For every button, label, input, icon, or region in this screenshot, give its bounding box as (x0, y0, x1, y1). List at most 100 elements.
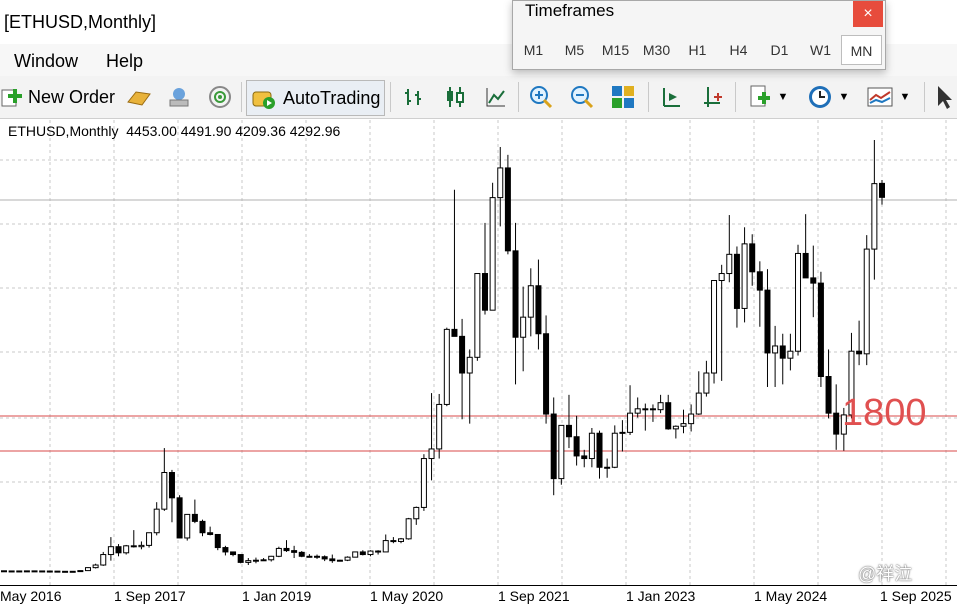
candle (199, 519, 206, 537)
candlestick-button[interactable] (441, 80, 469, 114)
cursor-button[interactable] (932, 80, 956, 114)
candle (138, 541, 145, 550)
candle-body (726, 253, 733, 275)
candle-body (8, 570, 15, 573)
menu-help[interactable]: Help (106, 51, 143, 72)
chevron-down-icon: ▼ (899, 91, 911, 103)
timeframe-m15[interactable]: M15 (595, 35, 636, 65)
candle (153, 502, 160, 536)
candle-body (642, 408, 649, 411)
timeframe-mn[interactable]: MN (841, 35, 882, 65)
candle-body (321, 556, 328, 560)
timeframe-list: M1 M5 M15 M30 H1 H4 D1 W1 MN (513, 35, 882, 65)
candle (756, 261, 763, 327)
candle (23, 570, 30, 573)
candle (405, 517, 412, 540)
candle (527, 268, 534, 337)
timeframe-m5[interactable]: M5 (554, 35, 595, 65)
candle (779, 333, 786, 385)
candle-body (16, 570, 23, 573)
candle (733, 246, 740, 328)
candle-body (252, 559, 259, 562)
candle-body (489, 197, 496, 311)
timeframe-h4[interactable]: H4 (718, 35, 759, 65)
autotrading-button[interactable]: AutoTrading (246, 80, 386, 116)
timeframe-w1[interactable]: W1 (800, 35, 841, 65)
candle (275, 546, 282, 558)
timeframe-m1[interactable]: M1 (513, 35, 554, 65)
main-toolbar: New Order AutoTrading ▼ ▼ ▼ (0, 76, 957, 119)
candle (512, 222, 519, 385)
candle-body (222, 547, 229, 553)
candle-body (405, 518, 412, 540)
periodicity-button[interactable]: ▼ (803, 80, 853, 114)
candle-body (291, 550, 298, 553)
timeframe-m30[interactable]: M30 (636, 35, 677, 65)
candle (504, 154, 511, 255)
candle-body (39, 570, 46, 573)
price-chart[interactable]: ETHUSD,Monthly 4453.00 4491.90 4209.36 4… (0, 120, 957, 585)
market-icon (169, 88, 189, 107)
autoscroll-button[interactable] (697, 80, 727, 114)
candle-body (581, 455, 588, 460)
candle (787, 333, 794, 371)
candle-body (92, 564, 99, 569)
timeframes-title: Timeframes (525, 1, 615, 20)
autotrading-label: AutoTrading (283, 87, 381, 108)
gold-bar-icon (127, 91, 151, 106)
candle-body (749, 243, 756, 273)
candle (817, 271, 824, 387)
candle-body (46, 570, 53, 573)
candle-body (695, 392, 702, 415)
candle-body (703, 372, 710, 394)
line-chart-button[interactable] (482, 80, 510, 114)
candle-body (115, 546, 122, 554)
candle (833, 384, 840, 450)
candle (711, 280, 718, 384)
candle (634, 397, 641, 418)
candle (795, 244, 802, 356)
candle (657, 394, 664, 414)
candle (558, 424, 565, 485)
candle-body (604, 466, 611, 469)
market-button[interactable] (164, 80, 194, 114)
signals-button[interactable] (205, 80, 235, 114)
candle (611, 425, 618, 469)
candle-body (275, 547, 282, 557)
candle-body (382, 540, 389, 553)
time-axis: May 2016 1 Sep 2017 1 Jan 2019 1 May 202… (0, 585, 957, 610)
candle-body (520, 316, 527, 338)
candle (245, 558, 252, 566)
new-order-icon (1, 89, 22, 107)
chart-shift-button[interactable] (656, 80, 686, 114)
candlestick-icon (447, 87, 464, 107)
candle (214, 533, 221, 551)
candle-body (398, 538, 405, 542)
timeframe-h1[interactable]: H1 (677, 35, 718, 65)
timeframe-d1[interactable]: D1 (759, 35, 800, 65)
zoom-out-icon (571, 86, 594, 109)
candle-body (817, 282, 824, 378)
candle (459, 318, 466, 420)
candle-body (130, 545, 137, 548)
zoom-in-button[interactable] (526, 80, 556, 114)
candlestick-chart[interactable] (0, 120, 957, 585)
zoom-out-button[interactable] (567, 80, 597, 114)
candle (649, 404, 656, 422)
candle (588, 428, 595, 468)
candle-body (191, 513, 198, 522)
candle (489, 182, 496, 311)
candle (688, 404, 695, 432)
gold-bar-button[interactable] (124, 80, 154, 114)
candle (413, 506, 420, 525)
indicators-button[interactable]: ▼ (743, 80, 793, 114)
close-icon[interactable]: × (853, 1, 883, 27)
candle-body (718, 273, 725, 282)
candle-body (184, 513, 191, 539)
tile-windows-button[interactable] (608, 80, 638, 114)
menu-window[interactable]: Window (14, 51, 78, 72)
new-order-button[interactable]: New Order (0, 80, 115, 114)
bar-chart-button[interactable] (400, 80, 428, 114)
x-tick: 1 Sep 2017 (114, 588, 186, 604)
templates-button[interactable]: ▼ (862, 80, 914, 114)
